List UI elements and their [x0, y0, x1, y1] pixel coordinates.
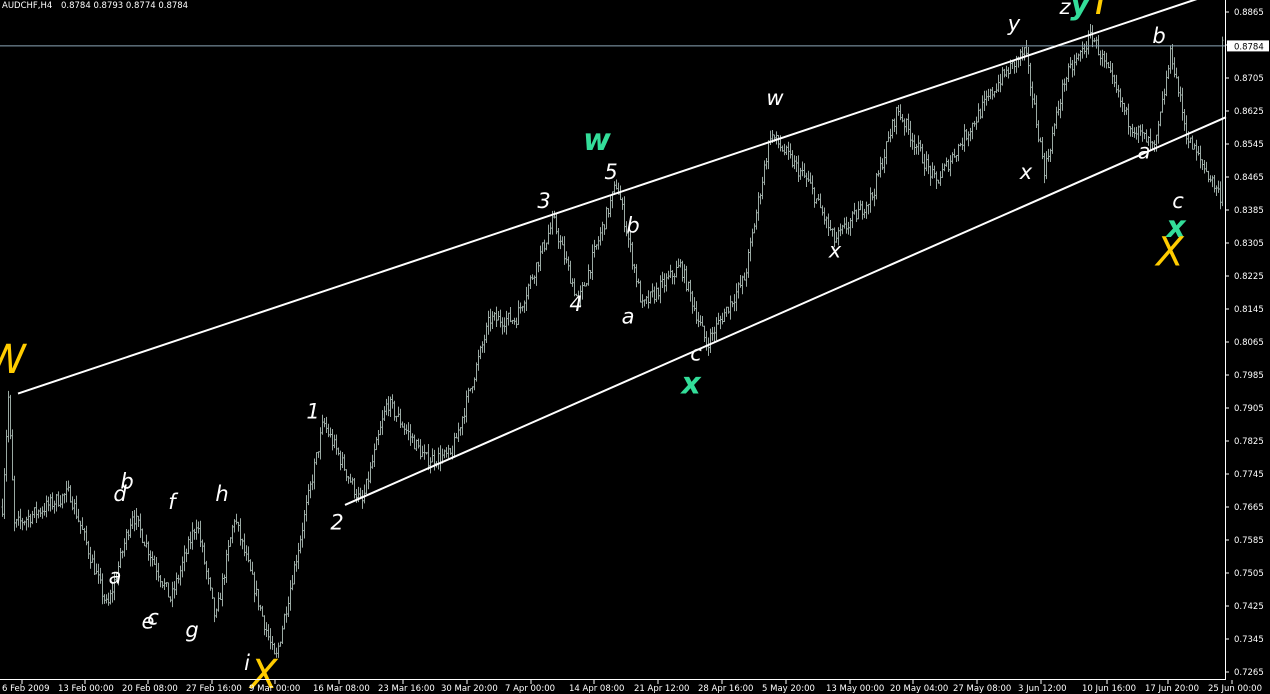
wave-label: 2 [330, 511, 343, 535]
y-tick-label: 0.7425 [1234, 602, 1264, 612]
y-tick-label: 0.8465 [1234, 173, 1264, 183]
y-tick-label: 0.8865 [1234, 8, 1264, 18]
x-tick-label: 25 Jun 00:00 [1208, 684, 1262, 694]
x-tick-label: 27 Feb 16:00 [186, 684, 242, 694]
x-tick-label: 5 May 20:00 [762, 684, 815, 694]
wave-label: 4 [569, 292, 582, 316]
x-tick-label: 16 Mar 08:00 [313, 684, 370, 694]
wave-label: w [583, 123, 611, 158]
x-tick-label: 3 Jun 12:00 [1018, 684, 1067, 694]
y-tick-label: 0.7585 [1234, 536, 1264, 546]
y-tick-label: 0.7825 [1234, 437, 1264, 447]
y-tick-label: 0.8705 [1234, 74, 1264, 84]
current-price-tag: 0.8784 [1234, 42, 1264, 52]
x-tick-label: 17 Jun 20:00 [1145, 684, 1199, 694]
price-chart[interactable]: WabcdefghiX12345wbacxwxyxzyYbacxX 0.8865… [0, 0, 1270, 694]
y-tick-label: 0.8305 [1234, 239, 1264, 249]
chart-ohlc: 0.8784 0.8793 0.8774 0.8784 [61, 1, 188, 11]
y-tick-label: 0.8065 [1234, 338, 1264, 348]
wave-label: x [679, 367, 702, 402]
wave-label: b [626, 214, 639, 238]
y-tick-label: 0.7905 [1234, 404, 1264, 414]
y-tick-label: 0.7985 [1234, 371, 1264, 381]
x-tick-label: 13 Feb 00:00 [58, 684, 114, 694]
wave-label: w [766, 86, 784, 110]
y-tick-label: 0.7345 [1234, 635, 1264, 645]
y-tick-label: 0.8625 [1234, 107, 1264, 117]
wave-label: y [1007, 12, 1021, 36]
x-tick-label: 21 Apr 12:00 [634, 684, 689, 694]
wave-label: W [0, 337, 27, 383]
wave-label: a [622, 304, 635, 328]
wave-label: c [690, 342, 702, 366]
wave-label: e [142, 610, 155, 634]
wave-label: x [1019, 160, 1033, 184]
wave-label: X [1154, 230, 1185, 276]
y-tick-label: 0.8225 [1234, 272, 1264, 282]
x-tick-label: 9 Mar 00:00 [249, 684, 300, 694]
wave-label: g [185, 618, 198, 642]
x-tick-label: 28 Apr 16:00 [698, 684, 753, 694]
chart-background [0, 0, 1270, 694]
x-tick-label: 10 Jun 16:00 [1082, 684, 1136, 694]
wave-label: 3 [537, 189, 550, 213]
wave-label: a [109, 564, 122, 588]
y-tick-label: 0.8145 [1234, 305, 1264, 315]
wave-label: x [828, 238, 842, 262]
wave-label: b [1152, 24, 1165, 48]
wave-label: h [215, 482, 228, 506]
x-tick-label: 6 Feb 2009 [2, 684, 50, 694]
x-tick-label: 20 Feb 08:00 [122, 684, 178, 694]
wave-label: a [1138, 139, 1151, 163]
y-tick-label: 0.7745 [1234, 470, 1264, 480]
x-tick-label: 7 Apr 00:00 [505, 684, 555, 694]
x-tick-label: 23 Mar 16:00 [378, 684, 435, 694]
x-tick-label: 20 May 04:00 [890, 684, 948, 694]
wave-label: i [244, 651, 250, 675]
x-tick-label: 27 May 08:00 [953, 684, 1011, 694]
wave-label: d [113, 482, 127, 506]
y-tick-label: 0.7505 [1234, 569, 1264, 579]
wave-label: Y [1089, 0, 1117, 24]
x-tick-label: 14 Apr 08:00 [569, 684, 624, 694]
y-tick-label: 0.7265 [1234, 668, 1264, 678]
x-tick-label: 13 May 00:00 [826, 684, 884, 694]
y-tick-label: 0.8385 [1234, 206, 1264, 216]
chart-symbol: AUDCHF,H4 [2, 1, 52, 11]
y-tick-label: 0.8545 [1234, 140, 1264, 150]
y-tick-label: 0.7665 [1234, 503, 1264, 513]
wave-label: 5 [604, 160, 617, 184]
x-tick-label: 30 Mar 20:00 [441, 684, 498, 694]
wave-label: 1 [306, 399, 319, 423]
